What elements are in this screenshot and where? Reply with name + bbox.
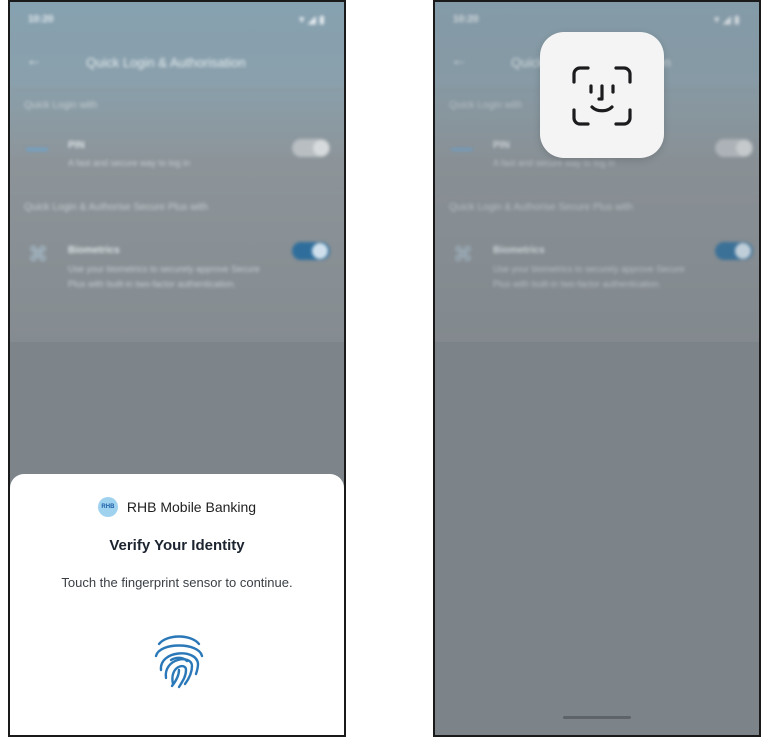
section-label-secure-plus: Quick Login & Authorise Secure Plus with [24, 202, 208, 213]
sheet-subtitle: Touch the fingerprint sensor to continue… [61, 575, 293, 590]
biometrics-description: Use your biometrics to securely approve … [68, 264, 260, 289]
app-bar-title: Quick Login & Authorisation [86, 55, 246, 70]
biometric-bottom-sheet: RHB RHB Mobile Banking Verify Your Ident… [10, 474, 344, 735]
faceid-card [540, 32, 664, 158]
status-bar: 10:20 ▾◢▮ [10, 2, 344, 38]
phone-faceid-prompt: 10:20 ▾◢▮ ← Quick Login & Authorisation … [433, 0, 761, 737]
divider [10, 90, 344, 91]
biometrics-title: Biometrics [68, 245, 120, 256]
app-bar: ← Quick Login & Authorisation [10, 38, 344, 88]
pin-toggle[interactable] [292, 139, 330, 157]
sheet-app-name: RHB Mobile Banking [126, 499, 257, 515]
sheet-app-row: RHB RHB Mobile Banking [10, 496, 344, 518]
rhb-logo-icon: RHB [97, 497, 118, 517]
sheet-title: Verify Your Identity [109, 537, 245, 554]
biometrics-toggle[interactable] [292, 242, 330, 260]
back-arrow-icon[interactable]: ← [26, 52, 42, 70]
pin-description: A fast and secure way to log in [68, 158, 191, 168]
phone-fingerprint-prompt: 10:20 ▾◢▮ ← Quick Login & Authorisation … [8, 0, 346, 737]
pin-title: PIN [68, 140, 85, 151]
biometrics-icon: ⌘ [28, 244, 48, 266]
settings-screen-background: 10:20 ▾◢▮ ← Quick Login & Authorisation … [10, 2, 344, 342]
face-id-icon [572, 66, 632, 126]
status-time: 10:20 [28, 14, 54, 25]
gesture-bar [563, 716, 631, 719]
pin-icon [26, 148, 48, 151]
status-icons: ▾◢▮ [298, 14, 328, 26]
section-label-quick-login: Quick Login with [24, 100, 98, 111]
divider [10, 192, 344, 193]
fingerprint-icon[interactable] [151, 630, 207, 690]
